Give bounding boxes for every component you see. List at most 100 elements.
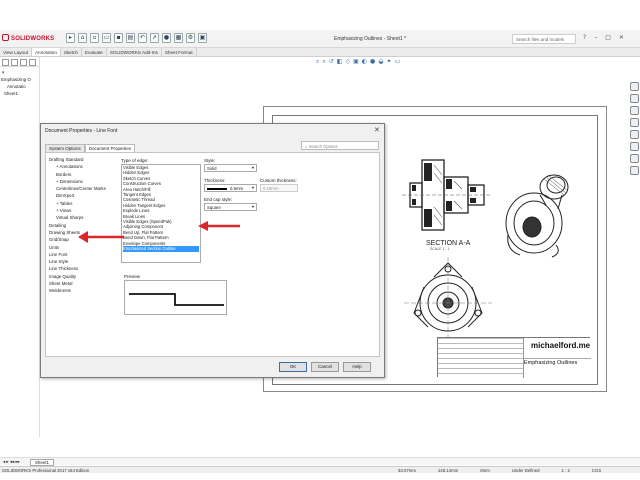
print-icon[interactable]: ▤	[126, 33, 135, 43]
help-icon[interactable]: ?	[583, 34, 586, 41]
scene-icon[interactable]: ◒	[378, 58, 383, 66]
new-document-icon[interactable]: ▫	[90, 33, 99, 43]
status-units[interactable]: CGS	[592, 468, 601, 473]
select-icon[interactable]: ➚	[150, 33, 159, 43]
config-manager-tab-icon[interactable]	[20, 59, 27, 66]
title-block[interactable]: michaelford.me Emphasizing Outlines	[437, 337, 591, 378]
status-z-coord: 0mm	[480, 468, 490, 473]
tab-sheet-format[interactable]: Sheet Format	[162, 48, 197, 56]
edge-type-item[interactable]: Emphasized Section Outline	[123, 246, 199, 252]
tab-evaluate[interactable]: Evaluate	[82, 48, 107, 56]
sheet-tab-bar: ◂ ▸ ◂◂ ▸▸ Sheet1	[0, 457, 640, 466]
display-pane-icon[interactable]: ▭	[395, 58, 401, 66]
status-scale[interactable]: 1 : 2	[562, 468, 570, 473]
title-bar: SOLIDWORKS ▸ ⌂ ▫ ▭ ▪ ▤ ↶ ➚ ● ▦ ⚙ ▣ Empha…	[0, 30, 640, 48]
dialog-close-icon[interactable]: ✕	[374, 126, 380, 134]
home-icon[interactable]: ⌂	[78, 33, 87, 43]
help-button[interactable]: Help	[343, 362, 371, 372]
options-search-input[interactable]: ⌕ Search Options	[301, 141, 379, 150]
tree-item-annotations[interactable]: Annotatio	[1, 83, 38, 90]
category-item[interactable]: Image Quality	[49, 273, 119, 280]
options-gear-icon[interactable]: ⚙	[186, 33, 195, 43]
display-style-icon[interactable]: ▣	[353, 58, 359, 66]
solidworks-resources-icon[interactable]	[629, 166, 639, 175]
sheet-nav-arrows-icon[interactable]: ◂ ▸ ◂◂ ▸▸	[3, 459, 20, 465]
appearances-icon[interactable]	[629, 130, 639, 139]
category-label: Line Style	[49, 259, 69, 265]
minimize-button[interactable]: –	[594, 34, 597, 41]
custom-thickness-input[interactable]: 0.18mm	[260, 184, 298, 192]
ok-button[interactable]: OK	[279, 362, 307, 372]
design-library-icon[interactable]	[629, 94, 639, 103]
style-dropdown[interactable]: Solid ▾	[204, 164, 257, 172]
category-label: Annotations	[59, 164, 83, 170]
open-folder-icon[interactable]: ▭	[102, 33, 111, 43]
solidworks-logo[interactable]: SOLIDWORKS	[2, 34, 62, 45]
category-item[interactable]: Sheet Metal	[49, 280, 119, 287]
end-cap-dropdown[interactable]: Square ▾	[204, 203, 257, 211]
file-explorer-icon[interactable]	[629, 106, 639, 115]
forum-icon[interactable]	[629, 154, 639, 163]
thickness-dropdown[interactable]: 0.5mm ▾	[204, 184, 257, 192]
category-item[interactable]: Drafting Standard	[49, 156, 119, 163]
view-settings-icon[interactable]: ✦	[387, 58, 392, 66]
tab-system-options[interactable]: System Options	[45, 144, 85, 152]
category-item[interactable]: + Dimensions	[49, 178, 119, 185]
section-view-drawing[interactable]	[402, 155, 492, 240]
category-item[interactable]: + Annotations	[49, 163, 119, 170]
tab-document-properties[interactable]: Document Properties	[84, 144, 136, 152]
status-y-coord: 148.14mm	[437, 468, 459, 473]
tab-annotation[interactable]: Annotation	[31, 48, 61, 56]
dimxpert-tab-icon[interactable]	[29, 59, 36, 66]
zoom-area-icon[interactable]: ⌕	[322, 58, 325, 66]
property-manager-tab-icon[interactable]	[11, 59, 18, 66]
category-label: Line Font	[49, 251, 68, 257]
undo-icon[interactable]: ↶	[138, 33, 147, 43]
tree-item-drawing[interactable]: Emphasizing O	[1, 76, 38, 83]
dialog-buttons: OK Cancel Help	[279, 362, 371, 372]
category-item[interactable]: Virtual Sharps	[49, 214, 119, 221]
tab-sketch[interactable]: Sketch	[61, 48, 82, 56]
front-view-drawing[interactable]	[404, 257, 492, 345]
hide-show-icon[interactable]: ◐	[362, 58, 367, 66]
category-item[interactable]: Borders	[49, 171, 119, 178]
search-files-input[interactable]: Search files and models	[512, 34, 576, 44]
edge-type-list[interactable]: Visible Edges Hidden Edges Sketch Curves Co…	[121, 164, 201, 263]
category-item[interactable]: Weldments	[49, 287, 119, 294]
appearance-icon[interactable]: ●	[370, 58, 375, 66]
file-properties-icon[interactable]: ▦	[174, 33, 183, 43]
save-icon[interactable]: ▪	[114, 33, 123, 43]
zoom-to-fit-icon[interactable]: ⌕	[316, 58, 319, 66]
category-item[interactable]: Line Style	[49, 258, 119, 265]
category-item[interactable]: Units	[49, 244, 119, 251]
section-view-icon[interactable]: ◧	[337, 58, 343, 66]
category-item[interactable]: + Views	[49, 207, 119, 214]
status-x-coord: 33.07mm	[398, 468, 416, 473]
tree-item-sheet1[interactable]: Sheet1	[1, 90, 38, 97]
close-button[interactable]: ✕	[619, 34, 624, 41]
tab-solidworks-addins[interactable]: SOLIDWORKS Add-Ins	[107, 48, 162, 56]
cancel-button[interactable]: Cancel	[311, 362, 339, 372]
resources-icon[interactable]	[629, 82, 639, 91]
custom-properties-icon[interactable]	[629, 142, 639, 151]
sheet-tab-sheet1[interactable]: Sheet1	[30, 459, 54, 466]
category-item[interactable]: Line Font	[49, 251, 119, 258]
category-item[interactable]: DimXpert	[49, 192, 119, 199]
filter-icon[interactable]: ▼	[1, 69, 38, 76]
category-item[interactable]: Detailing	[49, 222, 119, 229]
view-orientation-icon[interactable]: ◇	[345, 58, 350, 66]
isometric-view-drawing[interactable]	[496, 165, 581, 260]
brand-name: SOLIDWORKS	[11, 36, 55, 42]
tab-view-layout[interactable]: View Layout	[0, 48, 32, 56]
category-item[interactable]: Line Thickness	[49, 265, 119, 272]
customize-icon[interactable]: ▣	[198, 33, 207, 43]
feature-tree-tab-icon[interactable]	[2, 59, 9, 66]
category-item[interactable]: + Tables	[49, 200, 119, 207]
category-item[interactable]: Centerlines/Center Marks	[49, 185, 119, 192]
previous-view-icon[interactable]: ↺	[329, 58, 334, 66]
end-cap-label: End cap style:	[204, 197, 233, 202]
expand-menu-icon[interactable]: ▸	[66, 33, 75, 43]
view-palette-icon[interactable]	[629, 118, 639, 127]
maximize-button[interactable]: □	[605, 34, 611, 41]
rebuild-icon[interactable]: ●	[162, 33, 171, 43]
